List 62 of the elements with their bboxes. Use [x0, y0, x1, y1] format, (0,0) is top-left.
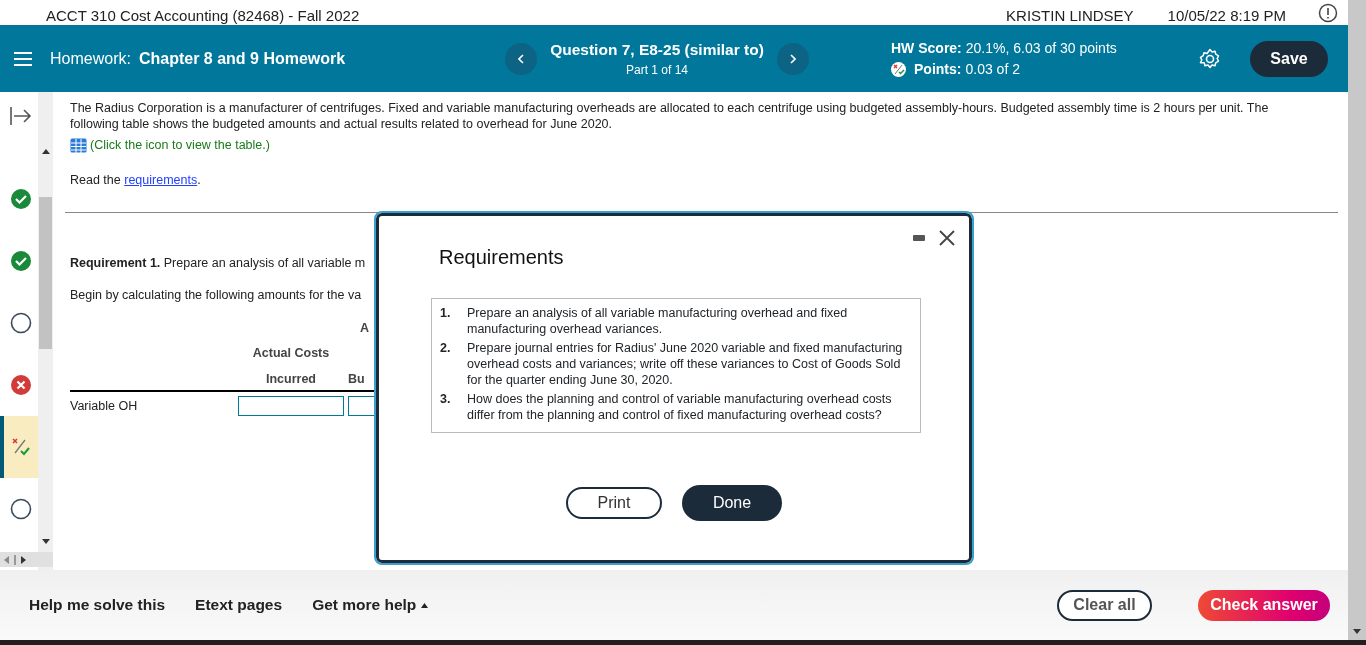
requirement-item: Prepare an analysis of all variable manufacturing overhead and fixed manufacturing overhead variances.: [467, 305, 849, 337]
requirement-text: Requirement 1. Prepare an analysis of all variable m: [70, 254, 366, 272]
scroll-left-icon[interactable]: [4, 555, 9, 564]
problem-text: The Radius Corporation is a manufacturer of centrifuges. Fixed and variable manufacturing overheads are allocated to each centrifuge using budgeted assembly-hours. Budgeted assembly time is 2 hours per unit. The following table shows the budgeted amounts and actual results related to overhead for June 2020.: [70, 100, 1270, 132]
scroll-down-icon[interactable]: [1353, 629, 1361, 634]
expand-panel-icon[interactable]: [10, 106, 32, 126]
help-link[interactable]: Get more help: [312, 593, 429, 617]
course-title: ACCT 310 Cost Accounting (82468) - Fall 2022: [46, 8, 361, 23]
hw-score-value: 20.1%, 6.03 of 30 points: [965, 39, 1117, 56]
help-link[interactable]: Help me solve this: [29, 593, 166, 617]
scroll-right-icon[interactable]: [21, 555, 26, 564]
read-instruction: Read the requirements.: [70, 171, 202, 189]
part-label: Part 1 of 14: [624, 62, 689, 80]
points-label: Points:: [914, 59, 962, 79]
next-button[interactable]: [777, 42, 809, 75]
column-header: Bu: [348, 371, 365, 386]
check-answer-button[interactable]: Check answer: [1198, 589, 1330, 621]
hw-score-label: HW Score:: [891, 39, 962, 56]
incorrect-x-icon: [10, 374, 32, 396]
scroll-down-icon[interactable]: [41, 539, 50, 544]
input-field[interactable]: [238, 396, 344, 417]
requirement-item: Prepare journal entries for Radius' June 2020 variable and fixed manufacturing overhead costs and variances; write off these variances to Cost of Goods Sold for the quarter ending June 30, 2020.: [467, 340, 904, 388]
chevron-left-icon: [518, 53, 524, 64]
question-title: Question 7, E8-25 (similar to): [549, 39, 765, 60]
help-icon[interactable]: [1318, 3, 1338, 23]
question-nav-item[interactable]: [0, 416, 38, 478]
correct-check-icon: [10, 188, 32, 210]
partial-credit-icon: [891, 61, 906, 77]
list-number: 1.: [440, 305, 452, 322]
date-time: 10/05/22 8:19 PM: [1167, 8, 1286, 23]
dialog-title: Requirements: [439, 245, 565, 270]
save-button[interactable]: Save: [1250, 40, 1328, 77]
table-icon[interactable]: [70, 137, 87, 153]
requirement-item: How does the planning and control of variable manufacturing overhead costs differ from the planning and control of fixed manufacturing overhead costs?: [467, 391, 893, 423]
chevron-right-icon: [790, 53, 796, 64]
homework-label: Homework:: [50, 49, 131, 67]
dialog-button[interactable]: Done: [682, 485, 782, 521]
partial-credit-icon: [10, 436, 32, 458]
row-label: Variable OH: [70, 398, 138, 413]
scroll-up-icon[interactable]: [41, 149, 50, 154]
menu-icon[interactable]: [14, 50, 32, 67]
scrollbar-thumb[interactable]: [39, 197, 52, 349]
homework-title: Chapter 8 and 9 Homework: [138, 49, 346, 67]
correct-check-icon: [10, 250, 32, 272]
empty-circle-icon: [10, 312, 32, 334]
list-number: 3.: [440, 391, 452, 408]
empty-circle-icon: [10, 498, 32, 520]
table-link[interactable]: (Click the icon to view the table.): [90, 136, 270, 155]
user-name: KRISTIN LINDSEY: [1006, 8, 1134, 23]
dialog-button[interactable]: Print: [566, 487, 662, 519]
list-number: 2.: [440, 340, 452, 357]
clear-all-button[interactable]: Clear all: [1057, 589, 1152, 621]
previous-button[interactable]: [505, 42, 537, 75]
caret-up-icon: [421, 602, 429, 608]
column-header: Incurred: [266, 371, 316, 386]
instruction-text: Begin by calculating the following amounts for the va: [70, 287, 362, 305]
points-value: 0.03 of 2: [965, 59, 1020, 79]
column-header: Actual Costs: [252, 345, 330, 360]
close-icon[interactable]: [939, 230, 955, 246]
help-link[interactable]: Etext pages: [195, 593, 283, 617]
settings-icon[interactable]: [1199, 47, 1221, 70]
table-group-header: A: [360, 320, 370, 337]
